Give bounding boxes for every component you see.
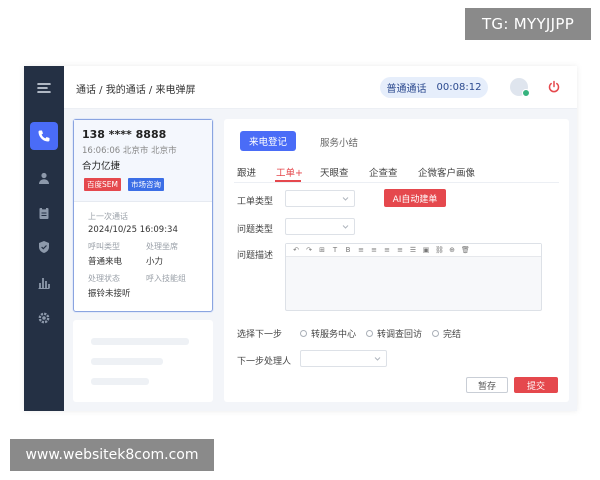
phone-icon[interactable]: [30, 122, 58, 150]
issue-desc-label: 问题描述: [237, 251, 274, 261]
image-icon[interactable]: ▣: [422, 246, 430, 254]
table-icon[interactable]: ⊞: [318, 246, 326, 254]
handler-value: 小力: [146, 257, 164, 267]
radio-label: 转服务中心: [311, 330, 357, 340]
online-status-dot: [522, 89, 530, 97]
telegram-watermark: TG: MYYJJPP: [465, 8, 591, 40]
chevron-down-icon: [342, 225, 349, 229]
subtab-qichacha[interactable]: 企查查: [369, 165, 398, 179]
bold-icon[interactable]: B: [344, 246, 352, 254]
menu-icon[interactable]: [30, 74, 58, 102]
issue-type-label: 问题类型: [237, 225, 274, 235]
list-icon[interactable]: ☰: [409, 246, 417, 254]
skeleton-line: [91, 358, 163, 365]
skeleton-line: [91, 378, 149, 385]
font-size-icon[interactable]: T: [331, 246, 339, 254]
skill-group-label: 呼入技能组: [146, 274, 186, 283]
subtab-ticket[interactable]: 工单+: [276, 165, 303, 179]
shield-check-icon[interactable]: [30, 233, 58, 261]
chevron-down-icon: [374, 357, 381, 361]
radio-complete[interactable]: 完结: [432, 327, 461, 340]
radio-dot: [432, 330, 439, 337]
radio-dot: [300, 330, 307, 337]
next-step-label: 选择下一步: [237, 330, 283, 340]
subtab-wecom-profile[interactable]: 企微客户画像: [418, 165, 475, 179]
tag-baidu-sem: 百度SEM: [84, 178, 121, 191]
undo-icon[interactable]: ↶: [292, 246, 300, 254]
handler-label: 处理坐席: [146, 242, 178, 251]
trash-icon[interactable]: 🗑: [461, 246, 470, 254]
power-icon[interactable]: [547, 80, 561, 94]
tag-market-inquiry: 市场咨询: [128, 178, 164, 191]
call-type-label: 普通通话: [386, 84, 427, 95]
align-right-icon[interactable]: ≡: [383, 246, 391, 254]
breadcrumb: 通话 / 我的通话 / 来电弹屏: [76, 85, 196, 96]
tab-call-registration[interactable]: 来电登记: [240, 131, 296, 151]
editor-toolbar: ↶ ↷ ⊞ T B ≡ ≡ ≡ ≡ ☰ ▣ ⛓ ⊕ 🗑: [286, 244, 541, 257]
user-icon[interactable]: [30, 164, 58, 192]
ai-auto-ticket-button[interactable]: AI自动建单: [384, 189, 446, 207]
caller-meta: 16:06:06 北京市 北京市: [82, 146, 177, 156]
caller-summary: 138 **** 8888 16:06:06 北京市 北京市 合力亿捷 百度SE…: [74, 120, 212, 202]
site-watermark: www.websitek8com.com: [10, 439, 214, 471]
caller-card[interactable]: 138 **** 8888 16:06:06 北京市 北京市 合力亿捷 百度SE…: [73, 119, 213, 312]
last-call-label: 上一次通话: [88, 212, 128, 221]
align-center-icon[interactable]: ≡: [370, 246, 378, 254]
next-handler-label: 下一步处理人: [237, 357, 292, 367]
radio-survey-revisit[interactable]: 转调查回访: [366, 327, 422, 340]
call-status-pill: 普通通话 00:08:12: [380, 77, 488, 98]
bar-chart-icon[interactable]: [30, 269, 58, 297]
subtab-tianyancha[interactable]: 天眼查: [320, 165, 349, 179]
placeholder-card: [73, 320, 213, 402]
last-call-time: 2024/10/25 16:09:34: [88, 225, 178, 235]
ticket-type-label: 工单类型: [237, 197, 274, 207]
skeleton-line: [91, 338, 189, 345]
ticket-type-select[interactable]: [285, 190, 355, 207]
submit-button[interactable]: 提交: [514, 377, 558, 393]
next-handler-select[interactable]: [300, 350, 387, 367]
call-type-value: 普通来电: [88, 257, 123, 267]
sidebar: [24, 66, 64, 411]
app-window: 通话 / 我的通话 / 来电弹屏 普通通话 00:08:12 138 **** …: [24, 66, 577, 411]
caller-phone: 138 **** 8888: [82, 128, 167, 141]
save-draft-button[interactable]: 暂存: [466, 377, 508, 393]
radio-dot: [366, 330, 373, 337]
caller-company: 合力亿捷: [82, 161, 121, 172]
issue-type-select[interactable]: [285, 218, 355, 235]
redo-icon[interactable]: ↷: [305, 246, 313, 254]
align-justify-icon[interactable]: ≡: [396, 246, 404, 254]
align-left-icon[interactable]: ≡: [357, 246, 365, 254]
call-type-label: 呼叫类型: [88, 242, 120, 251]
top-bar: 通话 / 我的通话 / 来电弹屏 普通通话 00:08:12: [64, 66, 577, 109]
issue-desc-editor[interactable]: ↶ ↷ ⊞ T B ≡ ≡ ≡ ≡ ☰ ▣ ⛓ ⊕ 🗑: [285, 243, 542, 311]
chevron-down-icon: [342, 197, 349, 201]
clipboard-icon[interactable]: [30, 199, 58, 227]
emoji-icon[interactable]: ⊕: [448, 246, 456, 254]
gear-icon[interactable]: [30, 304, 58, 332]
subtab-divider: [234, 182, 559, 183]
ticket-panel: 来电登记 服务小结 跟进 工单+ 天眼查 企查查 企微客户画像 工单类型 AI自…: [224, 119, 569, 402]
status-label: 处理状态: [88, 274, 120, 283]
radio-label: 转调查回访: [377, 330, 423, 340]
link-icon[interactable]: ⛓: [435, 246, 444, 254]
radio-service-center[interactable]: 转服务中心: [300, 327, 356, 340]
radio-label: 完结: [443, 330, 462, 340]
subtab-followup[interactable]: 跟进: [237, 165, 256, 179]
tab-service-summary[interactable]: 服务小结: [320, 135, 358, 149]
call-timer: 00:08:12: [436, 82, 482, 93]
status-value: 振铃未接听: [88, 289, 131, 299]
